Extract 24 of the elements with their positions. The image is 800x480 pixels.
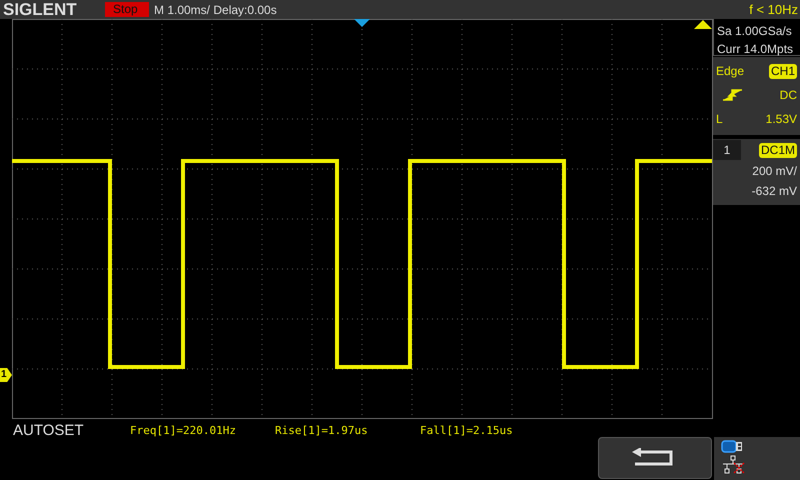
channel-offset-marker[interactable]: 1 xyxy=(0,368,12,382)
back-button[interactable] xyxy=(598,437,712,479)
timebase-readout[interactable]: M 1.00ms/ Delay:0.00s xyxy=(154,0,277,18)
network-disconnected-icon xyxy=(721,455,747,474)
measurement-readout: Rise[1]=1.97us xyxy=(275,423,369,439)
trigger-frequency-readout: f < 10Hz xyxy=(749,0,799,19)
vertical-scale-readout: 200 mV/ xyxy=(751,163,798,180)
trigger-level-value: 1.53V xyxy=(766,111,797,128)
trigger-level-label: L xyxy=(716,111,723,128)
measurement-readout: Freq[1]=220.01Hz xyxy=(130,423,237,439)
vertical-offset-readout: -632 mV xyxy=(750,183,798,200)
channel-number-label: 1 xyxy=(713,140,741,160)
sample-rate-readout: Sa 1.00GSa/s xyxy=(717,23,793,40)
measurement-readout: Fall[1]=2.15us xyxy=(420,423,514,439)
trigger-coupling-label: DC xyxy=(780,87,797,104)
memory-depth-readout: Curr 14.0Mpts xyxy=(717,41,794,58)
brand-logo: SIGLENT xyxy=(2,0,78,19)
channel-coupling-tag: DC1M xyxy=(758,142,797,158)
usb-drive-icon xyxy=(721,440,743,453)
autoset-message: AUTOSET xyxy=(13,422,85,440)
trigger-type-label: Edge xyxy=(716,63,744,80)
trigger-source-tag: CH1 xyxy=(768,64,797,78)
channel-panel[interactable]: 1 DC1M 200 mV/ -632 mV xyxy=(713,139,800,205)
trigger-panel[interactable]: Edge CH1 DC L 1.53V xyxy=(713,57,800,135)
